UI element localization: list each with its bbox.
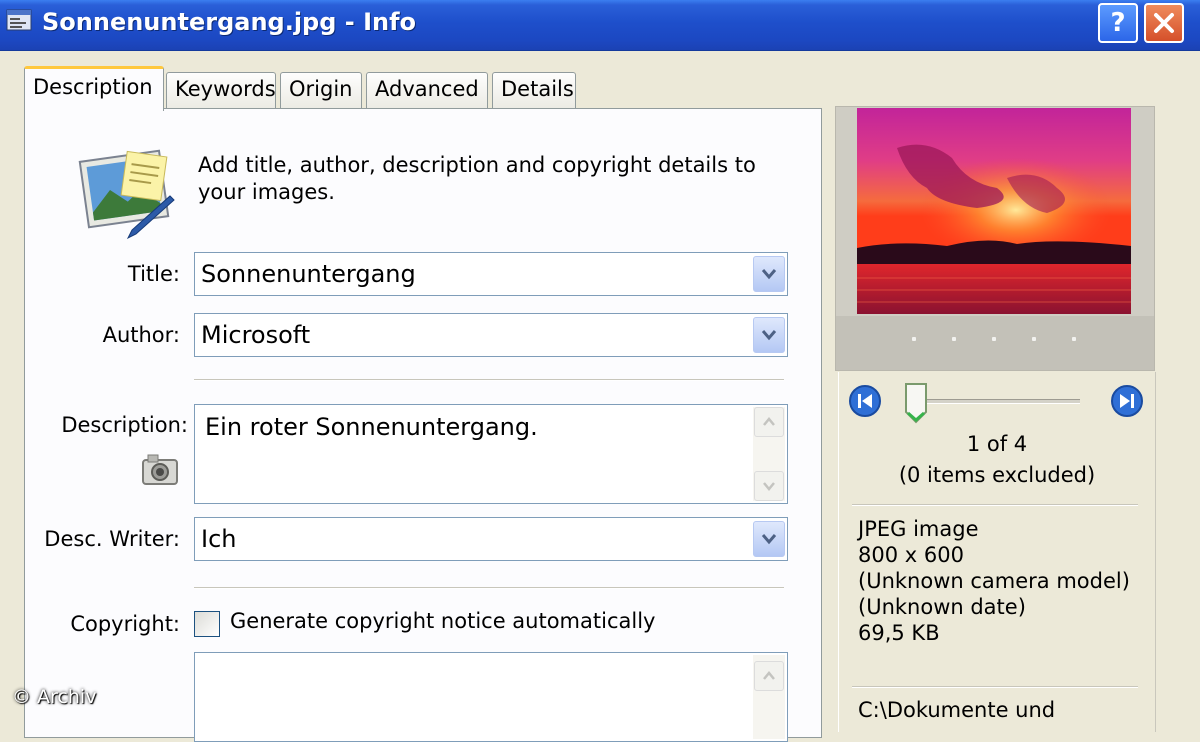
section-divider xyxy=(194,379,784,381)
desc-writer-label: Desc. Writer: xyxy=(44,527,180,551)
scroll-up-button[interactable] xyxy=(754,407,784,437)
camera-icon xyxy=(142,454,178,485)
previous-image-button[interactable] xyxy=(848,384,882,418)
chevron-up-icon xyxy=(763,417,775,426)
close-icon xyxy=(1154,13,1174,33)
chevron-down-icon xyxy=(761,534,777,545)
scroll-down-button[interactable] xyxy=(754,471,784,501)
author-value: Microsoft xyxy=(201,321,311,349)
window-title: Sonnenuntergang.jpg - Info xyxy=(42,8,417,36)
filmstrip[interactable] xyxy=(836,316,1154,370)
description-textarea[interactable]: Ein roter Sonnenuntergang. xyxy=(194,404,788,504)
excluded-count-text: (0 items excluded) xyxy=(898,463,1096,487)
camera-model: (Unknown camera model) xyxy=(858,569,1130,593)
image-date: (Unknown date) xyxy=(858,595,1026,619)
image-preview[interactable] xyxy=(857,108,1131,314)
image-position-text: 1 of 4 xyxy=(966,432,1028,456)
file-path: C:\Dokumente und xyxy=(858,698,1056,722)
copyright-label: Copyright: xyxy=(70,612,180,636)
title-bar[interactable]: Sonnenuntergang.jpg - Info ? xyxy=(0,0,1200,51)
film-dot xyxy=(1032,337,1036,341)
film-dot xyxy=(912,337,916,341)
tab-origin[interactable]: Origin xyxy=(280,72,362,108)
next-image-button[interactable] xyxy=(1110,384,1144,418)
desc-writer-dropdown-button[interactable] xyxy=(753,521,785,557)
tab-description[interactable]: Description xyxy=(24,66,164,111)
help-icon: ? xyxy=(1110,8,1126,38)
chevron-down-icon xyxy=(761,269,777,280)
desc-writer-value: Ich xyxy=(201,525,237,553)
author-label: Author: xyxy=(102,323,180,347)
author-dropdown-button[interactable] xyxy=(753,317,785,353)
copyright-textarea[interactable] xyxy=(194,652,788,742)
window-app-icon xyxy=(6,9,32,31)
film-dot xyxy=(992,337,996,341)
auto-copyright-checkbox[interactable] xyxy=(194,611,220,637)
archive-watermark: © Archiv xyxy=(12,686,97,708)
image-slider-track[interactable] xyxy=(910,399,1080,404)
scroll-up-button[interactable] xyxy=(754,661,784,691)
tab-keywords[interactable]: Keywords xyxy=(166,72,276,108)
title-dropdown-button[interactable] xyxy=(753,256,785,292)
info-divider xyxy=(852,504,1138,506)
image-slider-thumb[interactable] xyxy=(903,382,929,426)
chevron-down-icon xyxy=(761,330,777,341)
tab-details[interactable]: Details xyxy=(492,72,576,108)
section-divider xyxy=(194,587,784,589)
title-combobox[interactable]: Sonnenuntergang xyxy=(194,252,788,296)
intro-text: Add title, author, description and copyr… xyxy=(198,153,756,204)
title-label: Title: xyxy=(127,262,180,286)
desc-writer-combobox[interactable]: Ich xyxy=(194,517,788,561)
author-combobox[interactable]: Microsoft xyxy=(194,313,788,357)
image-dimensions: 800 x 600 xyxy=(858,543,964,567)
description-label: Description: xyxy=(61,413,188,437)
copyright-scrollbar[interactable] xyxy=(753,655,785,739)
film-dot xyxy=(952,337,956,341)
file-type: JPEG image xyxy=(858,517,979,541)
chevron-up-icon xyxy=(763,671,775,680)
tab-advanced[interactable]: Advanced xyxy=(366,72,488,108)
info-divider xyxy=(852,686,1138,688)
help-button[interactable]: ? xyxy=(1098,3,1138,43)
title-value: Sonnenuntergang xyxy=(201,260,416,288)
chevron-down-icon xyxy=(763,482,775,491)
film-dot xyxy=(1072,337,1076,341)
description-scrollbar[interactable] xyxy=(753,407,785,501)
file-size: 69,5 KB xyxy=(858,621,940,645)
auto-copyright-label[interactable]: Generate copyright notice automatically xyxy=(230,609,655,633)
picture-info-icon xyxy=(78,149,175,240)
description-value: Ein roter Sonnenuntergang. xyxy=(205,413,538,441)
close-button[interactable] xyxy=(1144,3,1184,43)
